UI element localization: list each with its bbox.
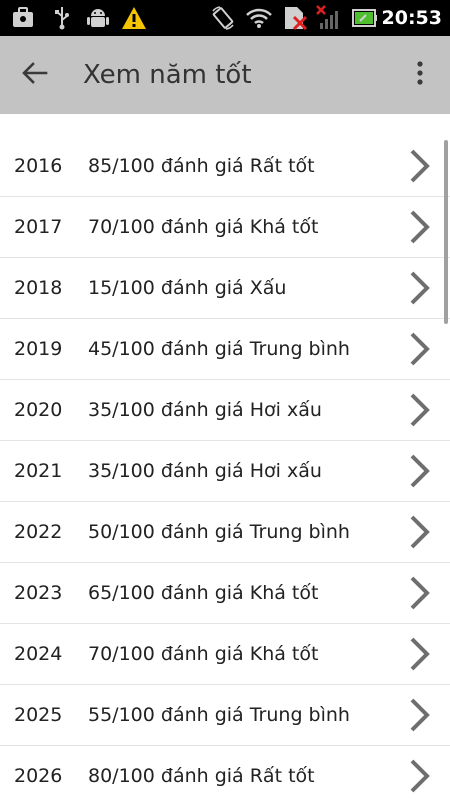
year-label: 2016 xyxy=(14,155,63,177)
app-bar: Xem năm tốt xyxy=(0,36,450,114)
year-label: 2019 xyxy=(14,338,63,360)
list-item[interactable]: 2018 15/100 đánh giá Xấu xyxy=(0,258,450,319)
rating-text: 35/100 đánh giá Hơi xấu xyxy=(88,399,322,421)
chevron-right-icon xyxy=(410,393,430,427)
list-item[interactable]: 2020 35/100 đánh giá Hơi xấu xyxy=(0,380,450,441)
chevron-right-icon xyxy=(410,332,430,366)
year-label: 2022 xyxy=(14,521,63,543)
year-label: 2018 xyxy=(14,277,63,299)
list-item[interactable]: 2022 50/100 đánh giá Trung bình xyxy=(0,502,450,563)
rating-text: 55/100 đánh giá Trung bình xyxy=(88,704,350,726)
rating-text: 45/100 đánh giá Trung bình xyxy=(88,338,350,360)
list-item[interactable]: 2026 80/100 đánh giá Rất tốt xyxy=(0,746,450,800)
rating-text: 50/100 đánh giá Trung bình xyxy=(88,521,350,543)
overflow-menu-button[interactable] xyxy=(402,54,438,96)
chevron-right-icon xyxy=(410,515,430,549)
rating-text: 80/100 đánh giá Rất tốt xyxy=(88,765,315,787)
list-item[interactable]: 2017 70/100 đánh giá Khá tốt xyxy=(0,197,450,258)
wifi-icon xyxy=(246,5,272,31)
year-label: 2025 xyxy=(14,704,63,726)
chevron-right-icon xyxy=(410,149,430,183)
chevron-right-icon xyxy=(410,210,430,244)
android-debug-icon xyxy=(86,5,110,31)
chevron-right-icon xyxy=(410,271,430,305)
list-item[interactable]: 2023 65/100 đánh giá Khá tốt xyxy=(0,563,450,624)
status-clock: 20:53 xyxy=(381,7,442,29)
page-title: Xem năm tốt xyxy=(83,60,252,90)
chevron-right-icon xyxy=(410,759,430,793)
list-item[interactable]: 2016 85/100 đánh giá Rất tốt xyxy=(0,136,450,197)
rating-text: 15/100 đánh giá Xấu xyxy=(88,277,287,299)
usb-icon xyxy=(52,5,72,31)
year-label: 2026 xyxy=(14,765,63,787)
sim-error-icon xyxy=(282,5,308,31)
warning-icon xyxy=(121,5,147,31)
rating-text: 70/100 đánh giá Khá tốt xyxy=(88,643,319,665)
chevron-right-icon xyxy=(410,576,430,610)
chevron-right-icon xyxy=(410,698,430,732)
status-bar: 20:53 xyxy=(0,0,450,36)
battery-icon xyxy=(352,5,378,31)
briefcase-icon xyxy=(10,5,36,31)
list-item[interactable]: 2021 35/100 đánh giá Hơi xấu xyxy=(0,441,450,502)
year-list[interactable]: 2016 85/100 đánh giá Rất tốt 2017 70/100… xyxy=(0,136,450,800)
rotate-icon xyxy=(210,5,236,31)
back-button[interactable] xyxy=(14,54,56,96)
year-label: 2017 xyxy=(14,216,63,238)
signal-off-icon xyxy=(316,5,342,31)
year-label: 2023 xyxy=(14,582,63,604)
chevron-right-icon xyxy=(410,454,430,488)
scrollbar[interactable] xyxy=(444,140,448,324)
year-label: 2024 xyxy=(14,643,63,665)
year-label: 2020 xyxy=(14,399,63,421)
list-item[interactable]: 2024 70/100 đánh giá Khá tốt xyxy=(0,624,450,685)
rating-text: 35/100 đánh giá Hơi xấu xyxy=(88,460,322,482)
arrow-back-icon xyxy=(22,62,48,88)
list-item[interactable]: 2019 45/100 đánh giá Trung bình xyxy=(0,319,450,380)
rating-text: 85/100 đánh giá Rất tốt xyxy=(88,155,315,177)
list-item[interactable]: 2025 55/100 đánh giá Trung bình xyxy=(0,685,450,746)
chevron-right-icon xyxy=(410,637,430,671)
rating-text: 65/100 đánh giá Khá tốt xyxy=(88,582,319,604)
overflow-menu-icon xyxy=(416,60,424,90)
year-label: 2021 xyxy=(14,460,63,482)
rating-text: 70/100 đánh giá Khá tốt xyxy=(88,216,319,238)
